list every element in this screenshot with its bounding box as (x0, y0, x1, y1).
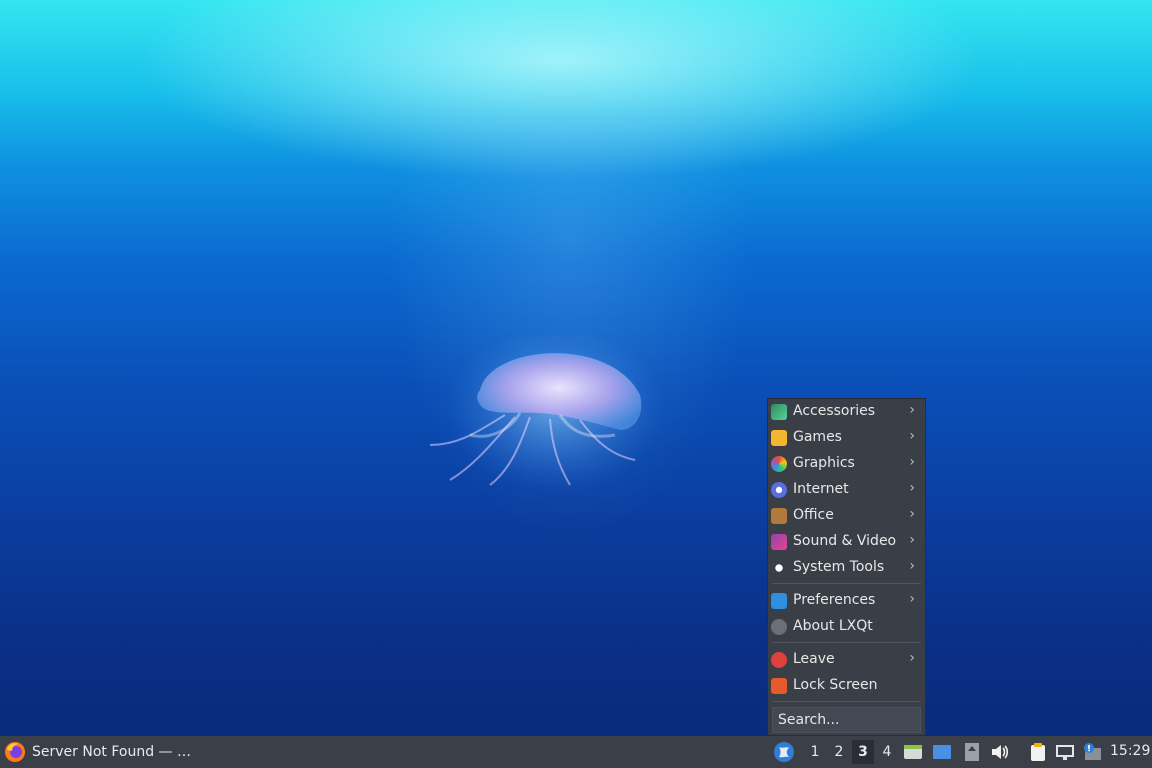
menu-item-label: Office (793, 507, 834, 523)
firefox-icon (5, 742, 25, 762)
graphics-icon (771, 456, 787, 472)
workspace-3[interactable]: 3 (852, 740, 874, 764)
taskbar-clock[interactable]: 15:29 (1110, 743, 1150, 759)
menu-item-label: System Tools (793, 559, 885, 575)
menu-item-graphics[interactable]: Graphics › (768, 451, 925, 477)
menu-item-label: Preferences (793, 592, 876, 608)
menu-item-label: About LXQt (793, 618, 873, 634)
menu-item-label: Lock Screen (793, 677, 878, 693)
chevron-right-icon: › (909, 650, 915, 666)
workspace-2[interactable]: 2 (828, 740, 850, 764)
menu-item-preferences[interactable]: Preferences › (768, 588, 925, 614)
taskbar-window-button[interactable]: Server Not Found — … (4, 739, 191, 765)
info-icon (771, 619, 787, 635)
menu-item-leave[interactable]: Leave › (768, 647, 925, 673)
menu-item-label: Graphics (793, 455, 855, 471)
menu-item-label: Leave (793, 651, 835, 667)
chevron-right-icon: › (909, 532, 915, 548)
menu-item-games[interactable]: Games › (768, 425, 925, 451)
menu-item-label: Internet (793, 481, 849, 497)
menu-item-sound-video[interactable]: Sound & Video › (768, 529, 925, 555)
update-notifier-icon[interactable] (1082, 742, 1102, 762)
menu-item-label: Accessories (793, 403, 876, 419)
show-desktop-icon[interactable] (932, 742, 952, 762)
clipboard-icon[interactable] (1028, 742, 1048, 762)
menu-item-system-tools[interactable]: System Tools › (768, 555, 925, 581)
lock-icon (771, 678, 787, 694)
jellyfish-wallpaper-image (429, 335, 660, 500)
chevron-right-icon: › (909, 558, 915, 574)
menu-search-input[interactable] (772, 707, 921, 733)
system-tools-icon (771, 560, 787, 576)
application-menu: Accessories › Games › Graphics › Interne… (767, 398, 926, 736)
chevron-right-icon: › (909, 591, 915, 607)
chevron-right-icon: › (909, 506, 915, 522)
power-icon (771, 652, 787, 668)
chevron-right-icon: › (909, 402, 915, 418)
network-icon[interactable] (1055, 742, 1075, 762)
lxqt-start-icon[interactable] (773, 741, 795, 763)
menu-item-label: Sound & Video (793, 533, 897, 549)
games-icon (771, 430, 787, 446)
chevron-right-icon: › (909, 454, 915, 470)
removable-media-icon[interactable] (962, 742, 982, 762)
file-manager-icon[interactable] (903, 742, 923, 762)
menu-item-label: Games (793, 429, 842, 445)
office-icon (771, 508, 787, 524)
volume-icon[interactable] (990, 742, 1010, 762)
menu-item-lock-screen[interactable]: Lock Screen (768, 673, 925, 699)
menu-item-about-lxqt[interactable]: About LXQt (768, 614, 925, 640)
taskbar: Server Not Found — … 1 2 3 4 15:29 (0, 736, 1152, 768)
chevron-right-icon: › (909, 480, 915, 496)
accessories-icon (771, 404, 787, 420)
menu-separator (772, 642, 921, 643)
chevron-right-icon: › (909, 428, 915, 444)
menu-item-internet[interactable]: Internet › (768, 477, 925, 503)
workspace-4[interactable]: 4 (876, 740, 898, 764)
menu-separator (772, 583, 921, 584)
internet-icon (771, 482, 787, 498)
preferences-icon (771, 593, 787, 609)
taskbar-window-title: Server Not Found — … (32, 744, 191, 760)
sound-video-icon (771, 534, 787, 550)
menu-item-accessories[interactable]: Accessories › (768, 399, 925, 425)
menu-item-office[interactable]: Office › (768, 503, 925, 529)
workspace-1[interactable]: 1 (804, 740, 826, 764)
menu-separator (772, 701, 921, 702)
